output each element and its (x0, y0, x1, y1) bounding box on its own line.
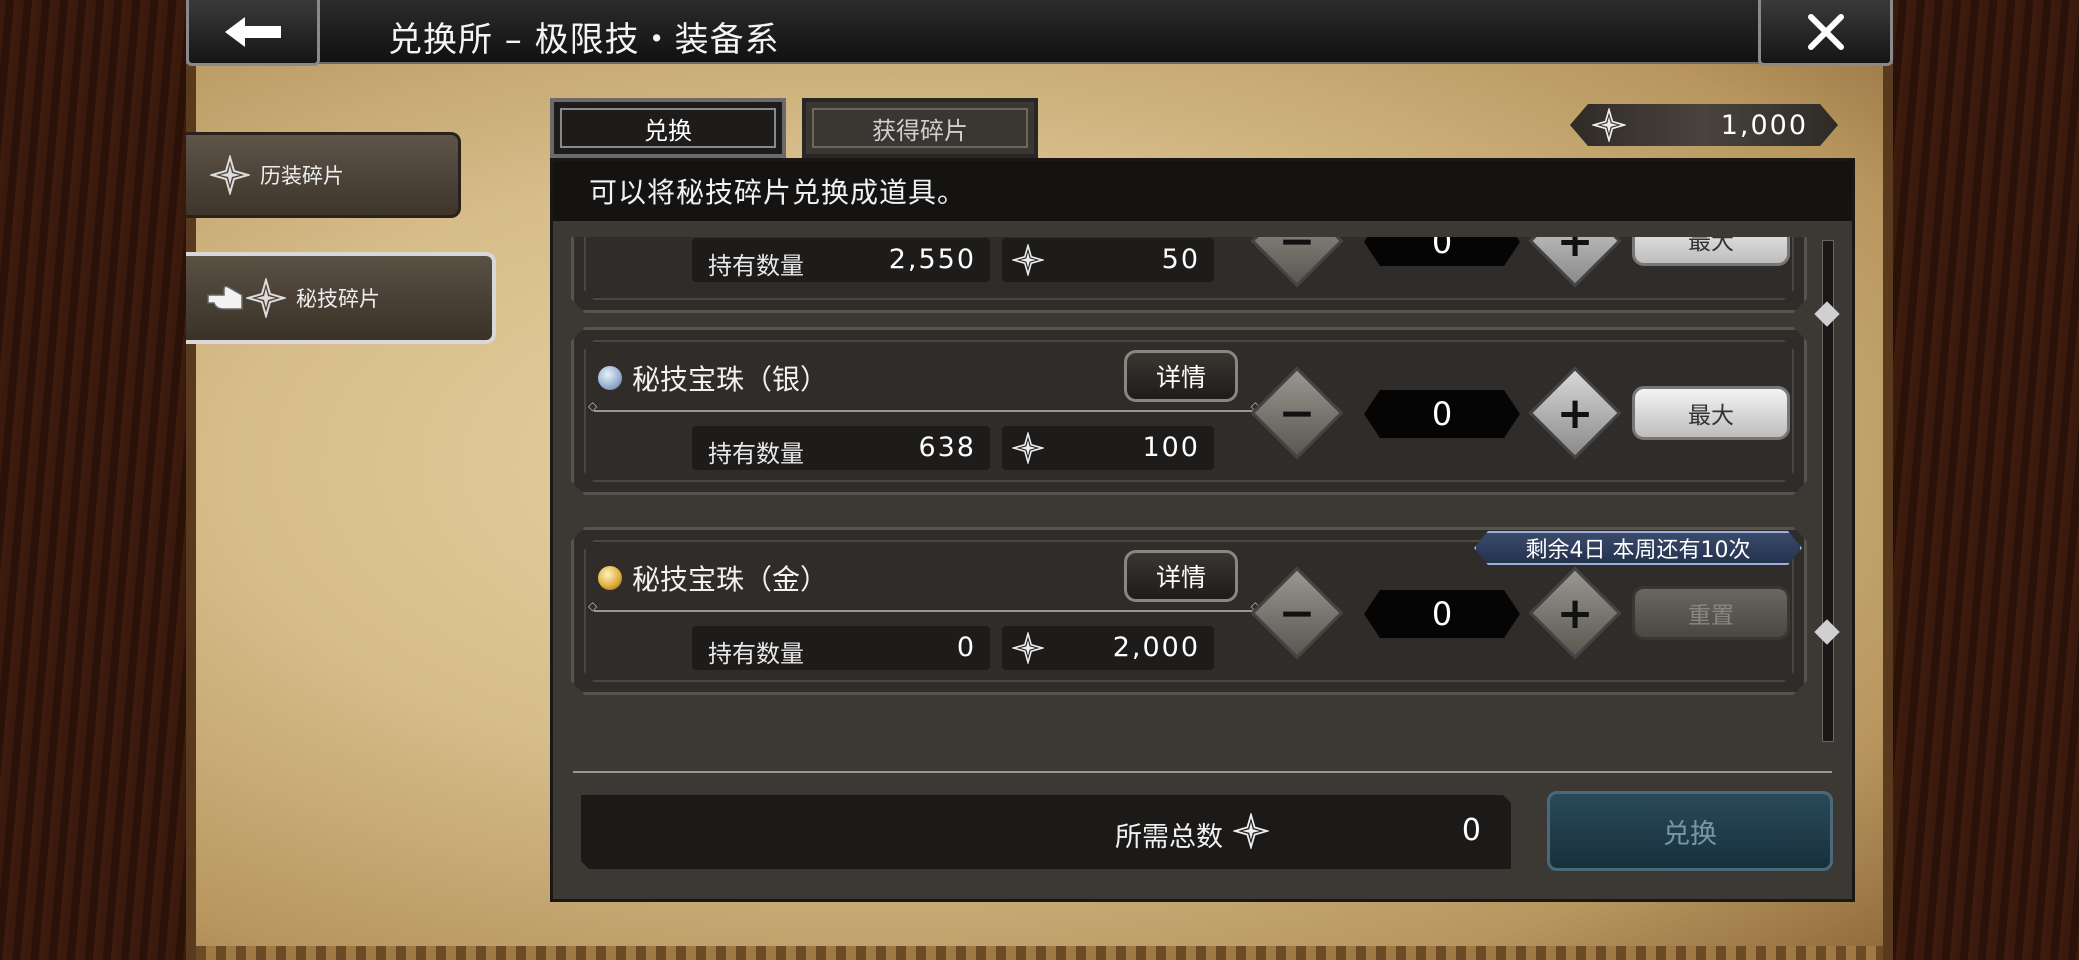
tab-label: 获得碎片 (872, 116, 968, 145)
item-name-label: 秘技宝珠（金） (632, 563, 829, 596)
total-required: 所需总数 0 (581, 795, 1511, 869)
cost-value: 100 (1142, 432, 1200, 463)
max-button[interactable]: 最大 (1632, 386, 1790, 440)
shard-icon (1592, 108, 1626, 142)
held-value: 638 (918, 432, 976, 463)
close-button[interactable] (1758, 0, 1893, 66)
held-label: 持有数量 (708, 640, 804, 668)
minus-icon: − (1278, 387, 1316, 439)
max-button[interactable]: 最大 (1632, 237, 1790, 266)
item-name-label: 秘技宝珠（银） (632, 363, 829, 396)
shard-icon (1012, 432, 1044, 464)
cost-value: 2,000 (1112, 632, 1200, 663)
divider (594, 610, 1254, 612)
plus-icon: + (1556, 237, 1594, 267)
arrow-left-icon (225, 16, 281, 47)
gold-orb-icon (598, 566, 622, 590)
panel-description: 可以将秘技碎片兑换成道具。 (589, 176, 967, 209)
reset-button[interactable]: 重置 (1632, 586, 1790, 640)
increase-button[interactable]: + (1528, 366, 1621, 459)
silver-orb-icon (598, 366, 622, 390)
increase-button[interactable]: + (1528, 237, 1621, 288)
close-icon (1807, 13, 1844, 50)
held-count: 持有数量 638 (692, 426, 990, 470)
weekly-limit-badge: 剩余4日 本周还有10次 (1474, 531, 1802, 565)
shard-icon (1012, 244, 1044, 276)
total-label: 所需总数 (1115, 822, 1223, 853)
increase-button[interactable]: + (1528, 566, 1621, 659)
sidebar-item-equipment-shards[interactable]: 历装碎片 (186, 132, 461, 218)
item-name: 秘技宝珠（银） (598, 358, 828, 398)
decrease-button[interactable]: − (1250, 566, 1343, 659)
pointing-hand-icon (207, 285, 243, 310)
wood-border-left (0, 0, 186, 960)
page-title: 兑换所 – 极限技・装备系 (388, 20, 780, 60)
exchange-button[interactable]: 兑换 (1547, 791, 1833, 871)
cost: 2,000 (1002, 626, 1214, 670)
list-item: 秘技宝珠（银） 详情 持有数量 638 100 − 0 + 最大 (571, 327, 1807, 495)
shard-icon (246, 278, 286, 318)
held-value: 2,550 (888, 244, 976, 275)
shard-icon (210, 155, 250, 195)
currency-value: 1,000 (1720, 109, 1808, 141)
cost: 50 (1002, 238, 1214, 282)
detail-button[interactable]: 详情 (1124, 350, 1238, 402)
sidebar-item-label: 秘技碎片 (296, 287, 380, 311)
held-count: 持有数量 0 (692, 626, 990, 670)
currency-display: 1,000 (1570, 104, 1838, 146)
quantity-display: 0 (1364, 237, 1520, 266)
panel-header: 可以将秘技碎片兑换成道具。 (553, 161, 1852, 221)
detail-button[interactable]: 详情 (1124, 550, 1238, 602)
tab-exchange[interactable]: 兑换 (550, 98, 786, 158)
back-button[interactable] (186, 0, 320, 66)
quantity-display: 0 (1364, 390, 1520, 438)
held-count: 持有数量 2,550 (692, 238, 990, 282)
held-label: 持有数量 (708, 252, 804, 280)
shard-icon (1012, 632, 1044, 664)
item-list[interactable]: 持有数量 2,550 50 − 0 + 最大 秘技宝珠（银） 详情 ◇ ◇ 持有… (553, 237, 1823, 747)
minus-icon: − (1278, 237, 1316, 267)
scrollbar[interactable] (1814, 240, 1840, 742)
item-name: 秘技宝珠（金） (598, 558, 828, 598)
exchange-panel: 可以将秘技碎片兑换成道具。 持有数量 2,550 50 − 0 + 最大 秘技宝… (550, 158, 1855, 902)
sidebar-item-skill-shards[interactable]: 秘技碎片 (186, 252, 496, 344)
held-label: 持有数量 (708, 440, 804, 468)
sidebar-item-label: 历装碎片 (260, 164, 344, 188)
divider (594, 410, 1254, 412)
divider (573, 771, 1832, 773)
decrease-button[interactable]: − (1250, 237, 1343, 288)
minus-icon: − (1278, 587, 1316, 639)
list-item: 持有数量 2,550 50 − 0 + 最大 (571, 237, 1807, 313)
wood-border-right (1893, 0, 2079, 960)
total-value: 0 (1461, 813, 1481, 848)
decrease-button[interactable]: − (1250, 366, 1343, 459)
plus-icon: + (1556, 587, 1594, 639)
cost: 100 (1002, 426, 1214, 470)
tab-label: 兑换 (644, 116, 692, 145)
plus-icon: + (1556, 387, 1594, 439)
shard-icon (1233, 813, 1269, 849)
held-value: 0 (956, 632, 976, 663)
cost-value: 50 (1161, 244, 1200, 275)
tab-obtain-shards[interactable]: 获得碎片 (802, 98, 1038, 158)
quantity-display: 0 (1364, 590, 1520, 638)
